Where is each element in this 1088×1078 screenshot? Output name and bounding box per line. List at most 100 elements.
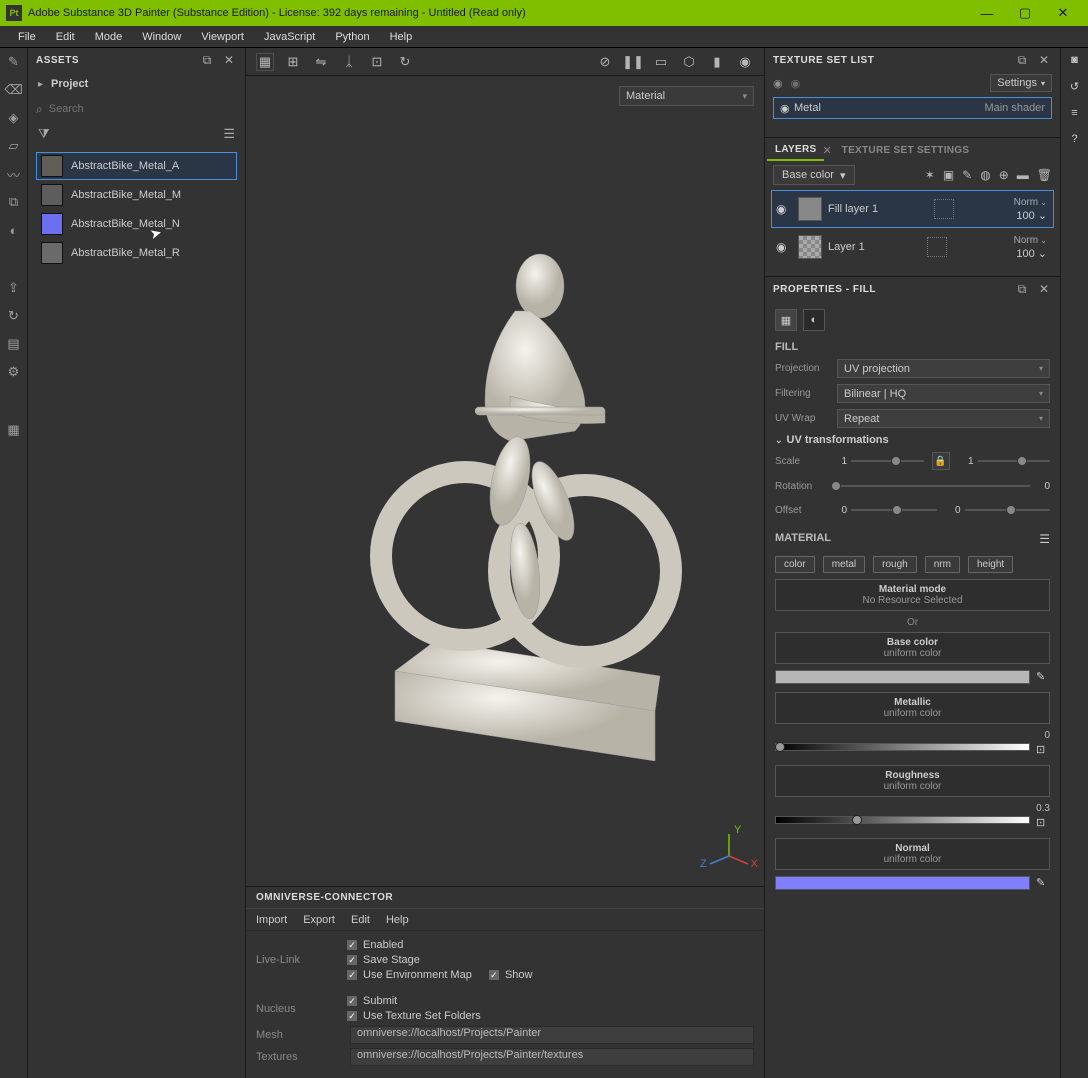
material-chip-nrm[interactable]: nrm [925, 556, 960, 573]
show-checkbox[interactable] [488, 969, 500, 981]
viewport-3d[interactable]: Material ▾ [246, 76, 764, 886]
layer-effect-icon[interactable]: ✶ [925, 168, 935, 182]
texture-set-item[interactable]: ◉ Metal Main shader [773, 97, 1052, 119]
menu-viewport[interactable]: Viewport [191, 31, 254, 43]
material-mode-icon[interactable]: ◐ [803, 309, 825, 331]
vt-hide-icon[interactable]: ⊘ [596, 53, 614, 71]
omni-import[interactable]: Import [256, 914, 287, 926]
layer-blend[interactable]: Norm [1014, 235, 1047, 246]
layer-item[interactable]: ◉Fill layer 1Norm100 ⌄ [771, 190, 1054, 228]
layer-item[interactable]: ◉Layer 1Norm100 ⌄ [771, 228, 1054, 266]
rotation-slider[interactable] [831, 478, 1030, 494]
textures-input[interactable]: omniverse://localhost/Projects/Painter/t… [350, 1048, 754, 1066]
close-button[interactable]: ✕ [1044, 0, 1082, 26]
list-view-icon[interactable]: ☰ [223, 126, 235, 142]
menu-mode[interactable]: Mode [85, 31, 133, 43]
texset-popout-icon[interactable]: ⧉ [1014, 52, 1030, 68]
vt-perspective-icon[interactable]: ⊡ [368, 53, 386, 71]
vt-grid-icon[interactable]: ⊞ [284, 53, 302, 71]
uvwrap-dropdown[interactable]: Repeat▾ [837, 409, 1050, 428]
vt-lighting-icon[interactable]: ⬡ [680, 53, 698, 71]
omni-help[interactable]: Help [386, 914, 409, 926]
texset-item-eye-icon[interactable]: ◉ [780, 102, 794, 115]
asset-item[interactable]: AbstractBike_Metal_R [36, 239, 237, 267]
layer-blend[interactable]: Norm [1014, 197, 1047, 208]
channel-dropdown[interactable]: Base color▾ [773, 165, 855, 185]
assets-breadcrumb[interactable]: ▸ Project [28, 72, 245, 96]
material-chip-metal[interactable]: metal [823, 556, 865, 573]
rt-history-icon[interactable]: ↺ [1070, 80, 1079, 93]
layer-opacity[interactable]: 100 ⌄ [1016, 247, 1047, 260]
resource-icon[interactable]: ▦ [6, 422, 22, 438]
export-icon[interactable]: ⇪ [6, 280, 22, 296]
layer-mask-icon[interactable]: ▣ [943, 168, 954, 182]
assets-close-icon[interactable]: ✕ [221, 52, 237, 68]
layer-delete-icon[interactable]: 🗑 [1037, 168, 1052, 182]
uv-trans-header[interactable]: UV transformations [775, 434, 1050, 446]
scale-a-slider[interactable] [851, 453, 924, 469]
material-chip-rough[interactable]: rough [873, 556, 917, 573]
layer-eye-icon[interactable]: ◉ [776, 240, 792, 254]
fill-mode-icon[interactable]: ▦ [775, 309, 797, 331]
bake-icon[interactable]: ▤ [6, 336, 22, 352]
metallic-reset-icon[interactable]: ⊡ [1036, 743, 1050, 757]
layer-opacity[interactable]: 100 ⌄ [1016, 209, 1047, 222]
layer-folder-icon[interactable]: ▬ [1017, 168, 1029, 182]
layer-mask-slot[interactable] [934, 199, 954, 219]
roughness-slider[interactable] [775, 816, 1030, 826]
projection-dropdown[interactable]: UV projection▾ [837, 359, 1050, 378]
vt-screenshot-icon[interactable]: ◉ [736, 53, 754, 71]
layer-add-icon[interactable]: ⊕ [999, 168, 1009, 182]
mesh-input[interactable]: omniverse://localhost/Projects/Painter [350, 1026, 754, 1044]
props-popout-icon[interactable]: ⧉ [1014, 281, 1030, 297]
texset-eye2-icon[interactable]: ◉ [791, 77, 801, 90]
viewport-material-dropdown[interactable]: Material ▾ [619, 86, 754, 106]
vt-3d-icon[interactable]: ▦ [256, 53, 274, 71]
normal-pipette-icon[interactable]: ✎ [1036, 876, 1050, 890]
vt-display-icon[interactable]: ▭ [652, 53, 670, 71]
offset-a-slider[interactable] [851, 502, 937, 518]
vt-camera-icon[interactable]: ▮ [708, 53, 726, 71]
rt-help-icon[interactable]: ? [1071, 133, 1077, 145]
material-tool-icon[interactable]: ◐ [6, 222, 22, 238]
clone-tool-icon[interactable]: ⧉ [6, 194, 22, 210]
material-mode-box[interactable]: Material mode No Resource Selected [775, 579, 1050, 611]
tweak-icon[interactable]: ⚙ [6, 364, 22, 380]
polygon-fill-icon[interactable]: ▱ [6, 138, 22, 154]
maximize-button[interactable]: ▢ [1006, 0, 1044, 26]
texset-close-icon[interactable]: ✕ [1036, 52, 1052, 68]
projection-tool-icon[interactable]: ◈ [6, 110, 22, 126]
omni-edit[interactable]: Edit [351, 914, 370, 926]
submit-checkbox[interactable] [346, 995, 358, 1007]
enabled-checkbox[interactable] [346, 939, 358, 951]
props-close-icon[interactable]: ✕ [1036, 281, 1052, 297]
layer-fill-icon[interactable]: ◍ [980, 168, 990, 182]
iray-icon[interactable]: ↻ [6, 308, 22, 324]
menu-window[interactable]: Window [132, 31, 191, 43]
eraser-tool-icon[interactable]: ⌫ [6, 82, 22, 98]
rt-camera-icon[interactable]: ◙ [1071, 54, 1078, 66]
scale-lock-icon[interactable]: 🔒 [932, 452, 950, 470]
offset-b-slider[interactable] [965, 502, 1051, 518]
texfolders-checkbox[interactable] [346, 1010, 358, 1022]
useenv-checkbox[interactable] [346, 969, 358, 981]
scale-b-slider[interactable] [978, 453, 1051, 469]
vt-mirror-icon[interactable]: ᛣ [340, 53, 358, 71]
layer-eye-icon[interactable]: ◉ [776, 202, 792, 216]
brush-tool-icon[interactable]: ✎ [6, 54, 22, 70]
vt-pause-icon[interactable]: ❚❚ [624, 53, 642, 71]
material-chip-height[interactable]: height [968, 556, 1013, 573]
basecolor-swatch[interactable] [775, 670, 1030, 684]
vt-reset-icon[interactable]: ↻ [396, 53, 414, 71]
menu-javascript[interactable]: JavaScript [254, 31, 325, 43]
roughness-reset-icon[interactable]: ⊡ [1036, 816, 1050, 830]
menu-help[interactable]: Help [380, 31, 423, 43]
savestage-checkbox[interactable] [346, 954, 358, 966]
rt-log-icon[interactable]: ≡ [1071, 107, 1077, 119]
layer-edit-icon[interactable]: ✎ [962, 168, 972, 182]
asset-item[interactable]: AbstractBike_Metal_N [36, 210, 237, 238]
texset-eye-icon[interactable]: ◉ [773, 77, 783, 90]
pipette-icon[interactable]: ✎ [1036, 670, 1050, 684]
assets-popout-icon[interactable]: ⧉ [199, 52, 215, 68]
filter-icon[interactable]: ⧩ [38, 126, 50, 142]
